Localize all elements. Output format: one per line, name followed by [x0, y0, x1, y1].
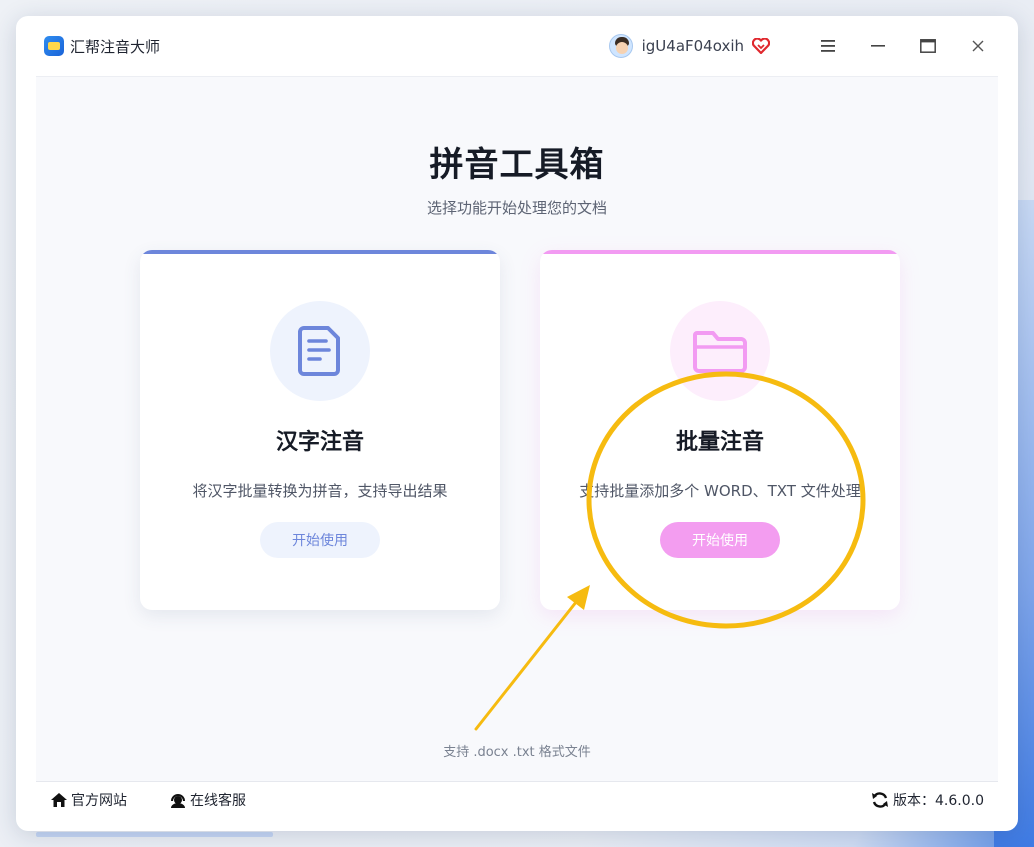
username[interactable]: igU4aF04oxih [642, 37, 744, 55]
minimize-button[interactable] [858, 28, 898, 64]
status-bar: 官方网站 在线客服 版本：4.6.0.0 [36, 781, 998, 817]
minimize-icon [871, 45, 885, 47]
app-window: 汇帮注音大师 igU4aF04oxih 拼音工具箱 选择功能开始处理您的文档 汉… [16, 16, 1018, 831]
document-icon [270, 301, 370, 401]
card-description: 将汉字批量转换为拼音，支持导出结果 [192, 482, 448, 500]
maximize-button[interactable] [908, 28, 948, 64]
background-taskbar-item [36, 832, 273, 837]
title-bar: 汇帮注音大师 igU4aF04oxih [16, 16, 1018, 76]
card-accent-line [540, 250, 900, 254]
version-label: 版本：4.6.0.0 [893, 792, 984, 809]
official-website-link[interactable]: 官方网站 [50, 790, 127, 810]
start-button-batch[interactable]: 开始使用 [660, 522, 780, 558]
refresh-icon [871, 791, 889, 809]
app-title: 汇帮注音大师 [70, 37, 161, 56]
menu-button[interactable] [808, 28, 848, 64]
page-subtitle: 选择功能开始处理您的文档 [426, 199, 607, 217]
card-accent-line [140, 250, 500, 254]
folder-icon [670, 301, 770, 401]
card-description: 支持批量添加多个 WORD、TXT 文件处理 [579, 482, 861, 500]
headset-icon [169, 792, 187, 808]
online-support-link[interactable]: 在线客服 [169, 790, 246, 810]
maximize-icon [920, 39, 936, 53]
close-icon [972, 40, 984, 52]
online-support-label: 在线客服 [190, 792, 246, 809]
card-hanzi-annotation[interactable]: 汉字注音 将汉字批量转换为拼音，支持导出结果 开始使用 [140, 250, 500, 610]
app-logo-icon [44, 36, 64, 56]
card-batch-annotation[interactable]: 批量注音 支持批量添加多个 WORD、TXT 文件处理 开始使用 [540, 250, 900, 610]
card-title: 批量注音 [675, 430, 764, 455]
start-button-hanzi[interactable]: 开始使用 [260, 522, 380, 558]
menu-icon [821, 40, 835, 52]
version-info[interactable]: 版本：4.6.0.0 [871, 790, 984, 810]
supported-formats-note: 支持 .docx .txt 格式文件 [443, 745, 591, 760]
user-avatar[interactable] [608, 34, 633, 58]
main-content: 拼音工具箱 选择功能开始处理您的文档 汉字注音 将汉字批量转换为拼音，支持导出结… [36, 76, 998, 781]
vip-heart-icon[interactable] [752, 37, 770, 55]
card-title: 汉字注音 [275, 430, 364, 455]
annotation-arrow [474, 590, 586, 731]
official-website-label: 官方网站 [71, 792, 127, 809]
page-title: 拼音工具箱 [429, 145, 605, 185]
close-button[interactable] [958, 28, 998, 64]
home-icon [50, 792, 68, 808]
